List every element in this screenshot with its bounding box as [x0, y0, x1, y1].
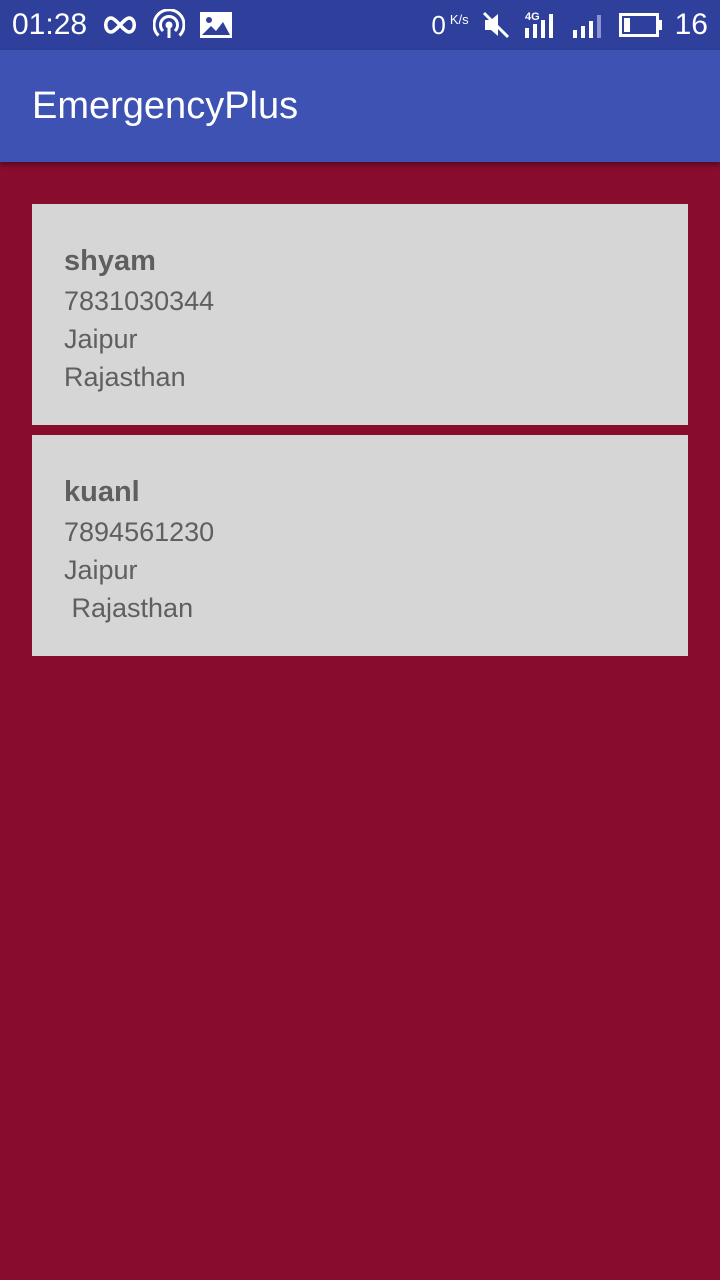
- contact-list: shyam 7831030344 Jaipur Rajasthan kuanl …: [32, 204, 688, 666]
- contact-state: Rajasthan: [64, 362, 186, 392]
- infinity-icon: [101, 13, 139, 37]
- status-right: 0 K/s 4G 16: [431, 8, 708, 42]
- status-bar: 01:28 0 K/s 4G 16: [0, 0, 720, 50]
- contact-card[interactable]: kuanl 7894561230 Jaipur Rajasthan: [32, 435, 688, 656]
- net-speed-unit: K/s: [449, 11, 469, 27]
- image-icon: [199, 11, 233, 39]
- contact-phone: 7894561230: [64, 517, 215, 547]
- 4g-signal-icon: 4G: [523, 10, 559, 40]
- contact-city: Jaipur: [64, 555, 138, 585]
- svg-text:4G: 4G: [525, 11, 540, 23]
- hotspot-icon: [153, 9, 186, 41]
- app-title: EmergencyPlus: [32, 84, 299, 127]
- status-left: 01:28: [12, 8, 233, 42]
- battery-percent: 16: [674, 8, 708, 41]
- app-bar: EmergencyPlus: [0, 50, 720, 162]
- contact-name: kuanl: [64, 476, 140, 508]
- contact-city: Jaipur: [64, 324, 138, 354]
- signal-icon: [571, 10, 607, 40]
- mute-icon: [481, 10, 511, 40]
- net-speed-value: 0: [431, 9, 446, 40]
- net-speed: 0 K/s: [431, 10, 468, 41]
- battery-icon: [618, 12, 663, 38]
- contact-phone: 7831030344: [64, 286, 215, 316]
- contact-card[interactable]: shyam 7831030344 Jaipur Rajasthan: [32, 204, 688, 425]
- contact-state: Rajasthan: [64, 593, 194, 623]
- contact-name: shyam: [64, 245, 156, 277]
- status-time: 01:28: [12, 8, 88, 41]
